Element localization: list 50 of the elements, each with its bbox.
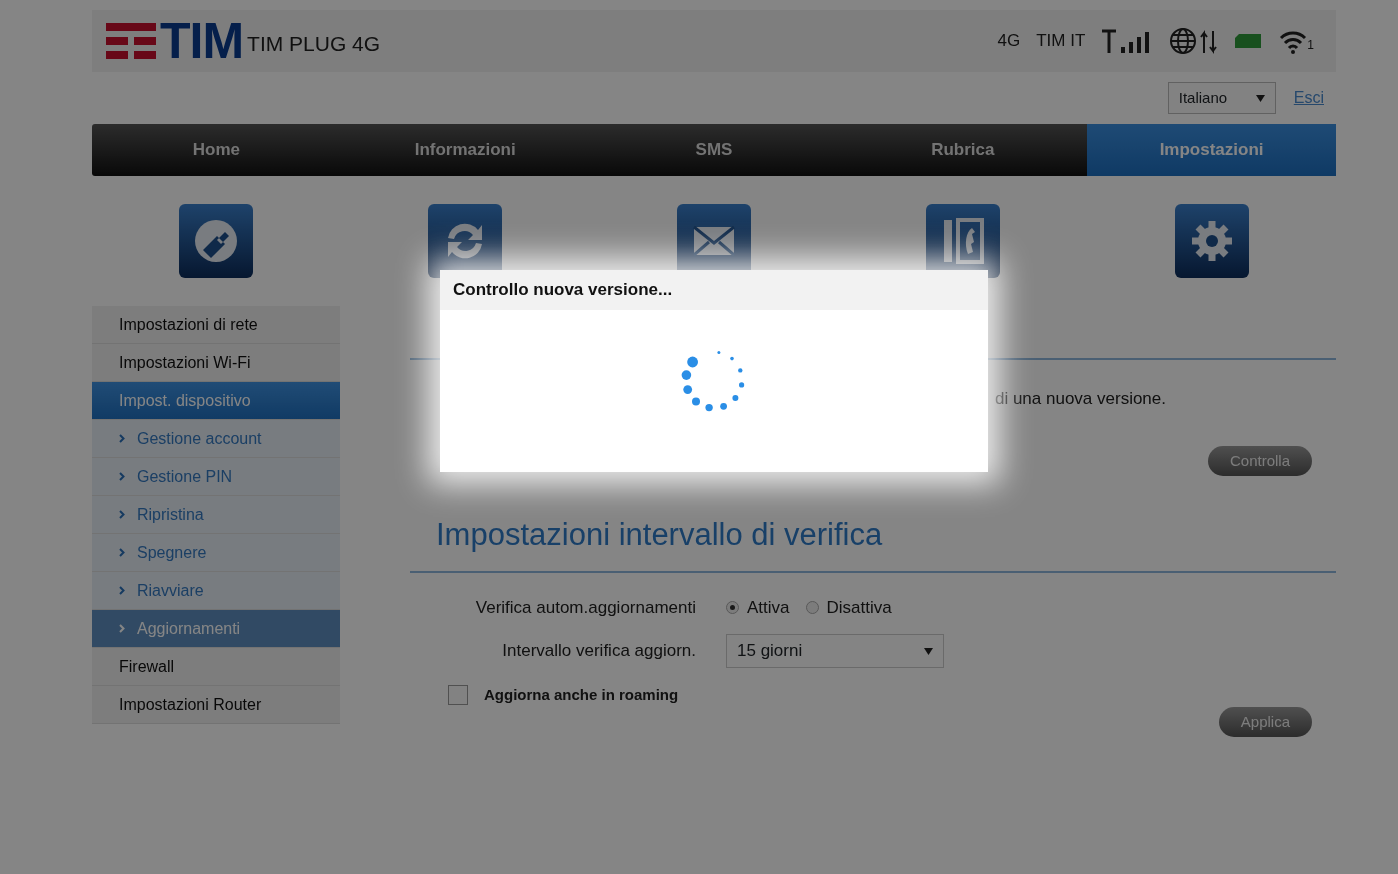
language-select[interactable]: Italiano [1167, 81, 1276, 115]
radio-button[interactable] [726, 600, 739, 614]
check-button[interactable]: Controlla [1207, 445, 1312, 476]
gear-icon[interactable] [1174, 204, 1249, 278]
sidebar-subitem[interactable]: Spegnere [92, 534, 340, 572]
sidebar-item[interactable]: Impostazioni Wi-Fi [92, 344, 340, 382]
operator-name: TIM IT [1036, 30, 1086, 53]
logout-link[interactable]: Esci [1293, 86, 1324, 110]
product-name: TIM PLUG 4G [247, 31, 381, 57]
chevron-icon [119, 548, 125, 557]
sidebar-subitem[interactable]: Riavviare [92, 572, 340, 610]
logo-text: TIM [160, 16, 244, 66]
sidebar-item[interactable]: Impostazioni Router [92, 686, 340, 724]
network-type: 4G [997, 30, 1021, 53]
field-label: Intervallo verifica aggiorn. [502, 641, 696, 661]
caret-icon [1255, 94, 1265, 102]
sim-card-icon [1235, 32, 1264, 50]
checkbox-label: Aggiorna anche in roaming [484, 685, 679, 705]
sync-icon[interactable] [428, 204, 503, 278]
chevron-icon [119, 434, 125, 443]
dialog-title: Controllo nuova versione... [440, 270, 988, 310]
nav-tab[interactable]: Informazioni [340, 124, 590, 176]
sidebar-subitem[interactable]: Ripristina [92, 496, 340, 534]
chevron-icon [119, 586, 125, 595]
sidebar-item[interactable]: Impostazioni di rete [92, 306, 340, 344]
logo-stripes-icon [106, 21, 156, 61]
sidebar-subitem[interactable]: Aggiornamenti [92, 610, 340, 648]
sidebar-subitem[interactable]: Gestione PIN [92, 458, 340, 496]
nav-tab[interactable]: Impostazioni [1087, 124, 1336, 176]
radio-label: Disattiva [826, 596, 892, 619]
nav-tab[interactable]: SMS [589, 124, 839, 176]
chevron-icon [119, 472, 125, 481]
interval-select[interactable]: 15 giorni [726, 634, 944, 668]
checkbox[interactable] [448, 685, 468, 706]
sidebar-subitem[interactable]: Gestione account [92, 420, 340, 458]
nav-tab[interactable]: Home [92, 124, 341, 176]
radio-button[interactable] [805, 600, 819, 614]
sidebar-item[interactable]: Firewall [92, 648, 340, 686]
radio-label: Attiva [747, 596, 790, 619]
description-text: di una nuova versione. [994, 388, 1166, 410]
nav-tab[interactable]: Rubrica [838, 124, 1088, 176]
sidebar-item[interactable]: Impost. dispositivo [92, 382, 340, 420]
globe-icon [1169, 27, 1220, 55]
section-title: Impostazioni intervallo di verifica [436, 516, 884, 554]
wifi-client-count: 1 [1307, 37, 1314, 54]
caret-icon [924, 647, 933, 655]
chevron-icon [119, 510, 125, 519]
chevron-icon [119, 624, 125, 633]
apply-button[interactable]: Applica [1218, 706, 1312, 737]
field-label: Verifica autom.aggiornamenti [475, 597, 696, 617]
